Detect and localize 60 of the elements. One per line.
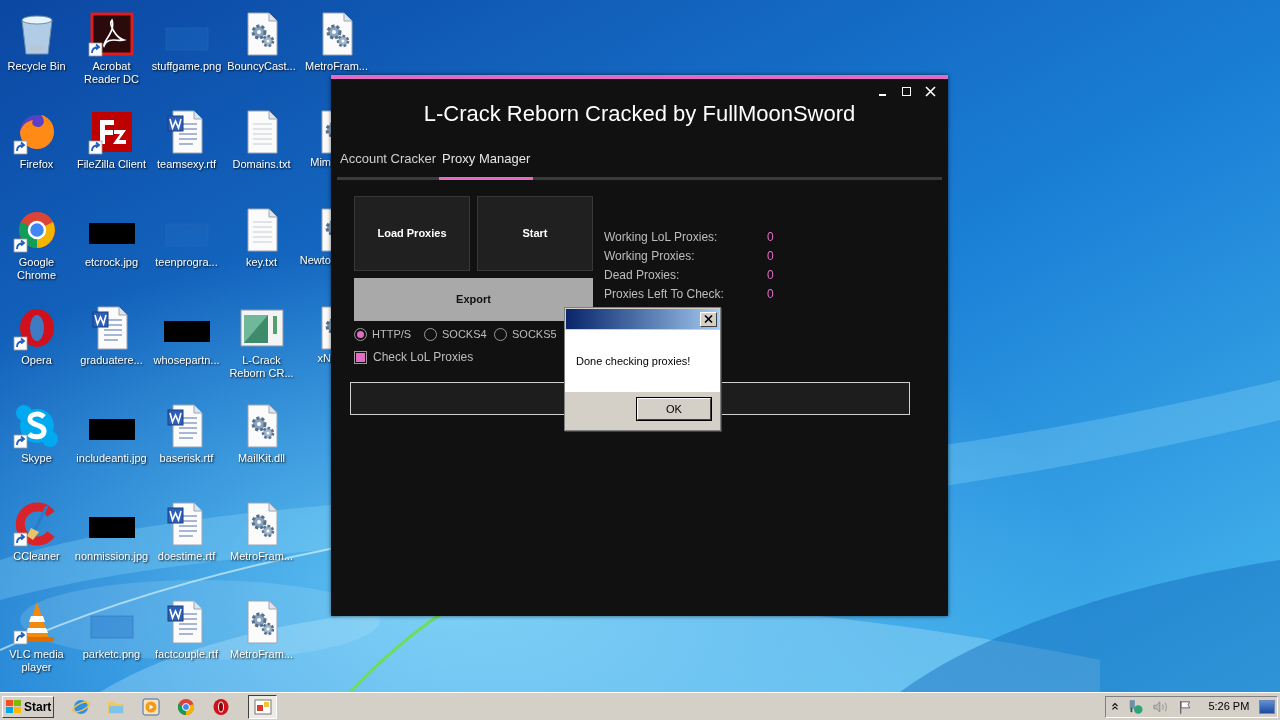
checkbox-label[interactable]: Check LoL Proxies xyxy=(373,348,474,366)
desktop-icon-label[interactable]: Domains.txt xyxy=(232,158,291,171)
dialog-message: Done checking proxies! xyxy=(576,353,691,369)
show-desktop-button[interactable] xyxy=(1259,699,1275,714)
app-tile-icon[interactable] xyxy=(87,10,136,58)
desktop-icon-label[interactable]: whosepartn... xyxy=(153,354,220,367)
desktop-icon-label[interactable]: Newto xyxy=(299,254,331,267)
four-pane-logo-icon xyxy=(6,699,22,714)
stat-value: 0 xyxy=(767,229,775,246)
circle-logo-icon[interactable] xyxy=(177,697,195,716)
desktop-icon-label[interactable]: teenprogra... xyxy=(155,256,218,269)
desktop-icon-label[interactable]: teamsexy.rtf xyxy=(156,158,217,171)
close-button[interactable] xyxy=(700,311,717,327)
ring-icon[interactable] xyxy=(212,697,230,716)
desktop-icon-label[interactable]: xN xyxy=(317,352,331,365)
desktop-icon-label[interactable]: Firefox xyxy=(19,158,54,171)
flag-icon[interactable] xyxy=(1178,698,1193,715)
desktop-icon-label[interactable]: Acrobat Reader DC xyxy=(84,60,139,86)
action-button[interactable]: Load Proxies xyxy=(354,196,470,271)
checkbox[interactable] xyxy=(354,350,367,364)
start-button[interactable]: Start xyxy=(2,695,54,718)
stat-value: 0 xyxy=(767,248,775,265)
desktop-icon-label[interactable]: includeanti.jpg xyxy=(76,452,147,465)
radio-label[interactable]: SOCKS4 xyxy=(442,326,487,343)
radio-label[interactable]: SOCKS5 xyxy=(512,326,557,343)
stat-label: Dead Proxies: xyxy=(604,267,681,284)
stat-label: Working LoL Proxies: xyxy=(604,229,719,246)
desktop-icon-label[interactable]: FileZilla Client xyxy=(76,158,147,171)
close-button[interactable] xyxy=(922,83,938,99)
tab[interactable]: Account Cracker xyxy=(337,145,440,180)
desktop-icon-label[interactable]: graduatere... xyxy=(80,354,143,367)
action-button[interactable]: Export xyxy=(354,278,593,321)
desktop-icon-label[interactable]: baserisk.rtf xyxy=(159,452,214,465)
close-icon xyxy=(704,315,713,323)
desktop-icon-label[interactable]: etcrock.jpg xyxy=(84,256,139,269)
desktop-icon-label[interactable]: Mim xyxy=(310,156,331,169)
clock[interactable]: 5:26 PM xyxy=(1208,698,1250,715)
desktop-icon-label[interactable]: VLC media player xyxy=(9,648,64,674)
window-icon xyxy=(253,698,272,715)
desktop-icon-label[interactable]: stuffgame.png xyxy=(151,60,222,73)
radio-label[interactable]: HTTP/S xyxy=(372,326,412,343)
desktop-icon-label[interactable]: Skype xyxy=(21,452,52,465)
desktop-icon-label[interactable]: BouncyCast... xyxy=(227,60,296,73)
tab[interactable]: Proxy Manager xyxy=(439,145,534,180)
stat-value: 0 xyxy=(767,286,775,303)
stat-label: Proxies Left To Check: xyxy=(604,286,725,303)
desktop-icon-label[interactable]: MetroFram... xyxy=(305,60,368,73)
stat-value: 0 xyxy=(767,267,775,284)
desktop-icon-label[interactable]: key.txt xyxy=(246,256,277,269)
desktop-icon-label[interactable]: L-Crack Reborn CR... xyxy=(229,354,294,380)
desktop-icon-label[interactable]: Opera xyxy=(21,354,52,367)
taskbar-window-button[interactable] xyxy=(248,694,277,719)
chevron-up-icon[interactable] xyxy=(1112,702,1118,711)
window-title: L-Crack Reborn Cracked by FullMoonSword xyxy=(423,100,856,128)
desktop-icon-label[interactable]: Recycle Bin xyxy=(7,60,66,73)
desktop-icon-label[interactable]: Google Chrome xyxy=(16,256,57,282)
stat-label: Working Proxies: xyxy=(604,248,696,265)
cloud-icon[interactable] xyxy=(12,402,61,450)
ok-button[interactable]: OK xyxy=(637,398,711,420)
action-button[interactable]: Start xyxy=(477,196,593,271)
